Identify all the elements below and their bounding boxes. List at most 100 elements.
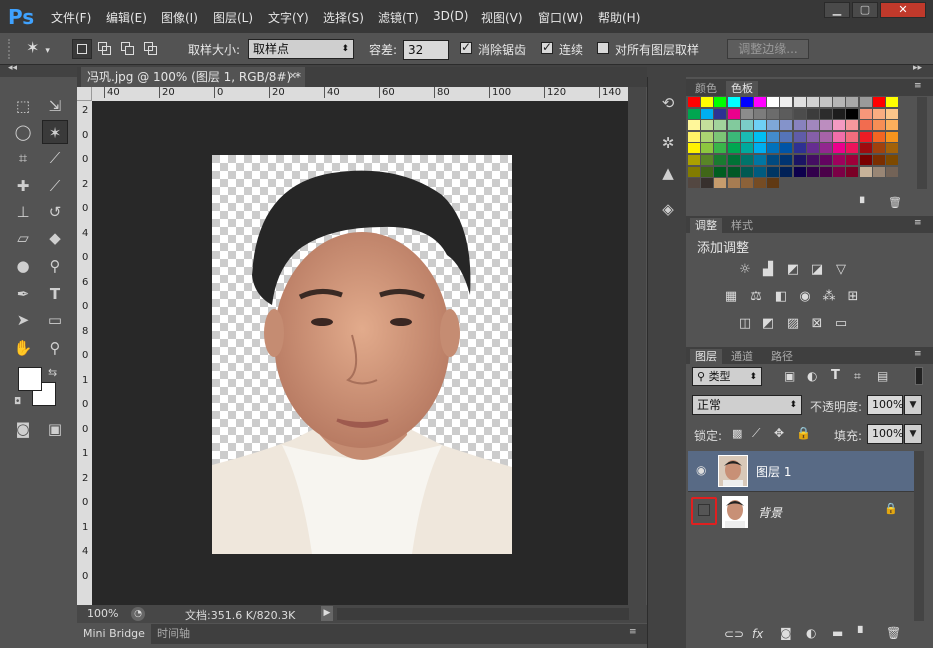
- layer1-name[interactable]: 图层 1: [756, 463, 791, 480]
- curves-icon[interactable]: ◩: [784, 263, 802, 277]
- swatch[interactable]: [820, 131, 832, 142]
- swatch[interactable]: [688, 97, 700, 107]
- opacity-input[interactable]: 100%: [867, 395, 903, 415]
- filter-pixel-icon[interactable]: ▣: [784, 369, 795, 383]
- lock-image-icon[interactable]: ⟋: [752, 426, 760, 441]
- expand-icon[interactable]: ▸▸: [913, 63, 922, 73]
- swatch[interactable]: [688, 108, 700, 119]
- swatch[interactable]: [727, 120, 740, 131]
- brush-presets-icon[interactable]: ✲: [656, 131, 680, 155]
- new-group-icon[interactable]: ▬: [832, 626, 843, 640]
- lasso-tool-icon[interactable]: ◯: [10, 120, 36, 144]
- tab-styles[interactable]: 样式: [726, 218, 758, 233]
- swatch[interactable]: [833, 108, 846, 119]
- panel-menu-icon[interactable]: ≡: [629, 627, 637, 637]
- sample-size-select[interactable]: 取样点 ⬍: [248, 39, 354, 59]
- default-colors-icon[interactable]: ◘: [14, 397, 21, 407]
- black-white-icon[interactable]: ◧: [772, 290, 790, 304]
- swatch[interactable]: [872, 155, 885, 165]
- magic-wand-preset-icon[interactable]: ✶ ▾: [26, 38, 62, 60]
- new-selection-icon[interactable]: [72, 39, 92, 59]
- swatch[interactable]: [701, 131, 714, 142]
- swatch[interactable]: [833, 120, 846, 131]
- swatch[interactable]: [767, 143, 780, 154]
- swatch[interactable]: [859, 143, 872, 154]
- menu-file[interactable]: 文件(F): [51, 9, 91, 26]
- menu-help[interactable]: 帮助(H): [598, 9, 640, 26]
- invert-icon[interactable]: ◫: [736, 317, 754, 331]
- swatch[interactable]: [701, 120, 714, 131]
- layers-scrollbar[interactable]: [914, 451, 924, 621]
- panel-menu-icon[interactable]: ≡: [914, 218, 922, 228]
- document-tab[interactable]: 冯巩.jpg @ 100% (图层 1, RGB/8#) * ✕: [81, 67, 305, 87]
- swatch[interactable]: [780, 120, 793, 131]
- panel-menu-icon[interactable]: ≡: [914, 349, 922, 359]
- filter-type-icon[interactable]: T: [831, 368, 840, 383]
- close-button[interactable]: ✕: [880, 2, 926, 18]
- swatch[interactable]: [740, 97, 753, 107]
- swatch[interactable]: [859, 131, 872, 142]
- delete-swatch-icon[interactable]: 🗑: [888, 196, 902, 209]
- swatch[interactable]: [740, 108, 753, 119]
- swatch[interactable]: [754, 166, 766, 177]
- swatch[interactable]: [806, 97, 819, 107]
- swatch[interactable]: [820, 97, 832, 107]
- move-tool-icon[interactable]: ⇲: [42, 94, 68, 118]
- visibility-toggle-empty[interactable]: [698, 504, 710, 516]
- swatch[interactable]: [806, 131, 819, 142]
- swatch[interactable]: [767, 108, 780, 119]
- threshold-icon[interactable]: ▨: [784, 317, 802, 331]
- swatch[interactable]: [727, 143, 740, 154]
- layer-row-background[interactable]: 背景 🔒: [688, 491, 914, 531]
- tolerance-input[interactable]: 32: [403, 40, 449, 60]
- layer-filter-select[interactable]: ⚲ 类型 ⬍: [692, 367, 762, 386]
- swatch[interactable]: [714, 120, 727, 131]
- swatch[interactable]: [714, 143, 727, 154]
- swatch[interactable]: [886, 108, 898, 119]
- swatch[interactable]: [846, 143, 859, 154]
- swatch[interactable]: [793, 143, 806, 154]
- swatch[interactable]: [820, 155, 832, 165]
- swatch[interactable]: [886, 155, 898, 165]
- swatch[interactable]: [886, 166, 898, 177]
- lock-position-icon[interactable]: ✥: [774, 426, 784, 440]
- swatch[interactable]: [740, 178, 753, 189]
- tab-adjustments[interactable]: 调整: [690, 218, 722, 233]
- restore-button[interactable]: ▢: [852, 2, 878, 18]
- layer-row-layer1[interactable]: ◉ 图层 1: [688, 451, 914, 491]
- swatch[interactable]: [754, 108, 766, 119]
- swatch[interactable]: [806, 120, 819, 131]
- tab-layers[interactable]: 图层: [690, 349, 722, 364]
- delete-layer-icon[interactable]: 🗑: [886, 626, 901, 640]
- swatch[interactable]: [846, 108, 859, 119]
- swatch[interactable]: [833, 166, 846, 177]
- visibility-eye-icon[interactable]: ◉: [696, 463, 706, 477]
- swatch[interactable]: [754, 131, 766, 142]
- background-layer-name[interactable]: 背景: [758, 504, 782, 521]
- vibrance-icon[interactable]: ▽: [832, 263, 850, 277]
- swatch[interactable]: [727, 166, 740, 177]
- eyedropper-tool-icon[interactable]: ⟋: [42, 146, 68, 170]
- all-layers-checkbox[interactable]: [597, 42, 609, 54]
- swatch[interactable]: [859, 155, 872, 165]
- 3d-panel-icon[interactable]: ◈: [656, 197, 680, 221]
- menu-3d[interactable]: 3D(D): [433, 9, 468, 23]
- swatch[interactable]: [833, 143, 846, 154]
- swatch[interactable]: [701, 143, 714, 154]
- menu-type[interactable]: 文字(Y): [268, 9, 309, 26]
- swatch[interactable]: [714, 166, 727, 177]
- swatch[interactable]: [767, 178, 780, 189]
- swatch[interactable]: [754, 120, 766, 131]
- swatch[interactable]: [701, 178, 714, 189]
- swatch[interactable]: [846, 120, 859, 131]
- tab-channels[interactable]: 通道: [726, 349, 758, 364]
- brightness-icon[interactable]: ☼: [736, 263, 754, 277]
- swatch[interactable]: [688, 120, 700, 131]
- swatch[interactable]: [872, 166, 885, 177]
- pen-tool-icon[interactable]: ✒: [10, 282, 36, 306]
- opacity-dropdown-icon[interactable]: ▼: [904, 395, 922, 415]
- swatch[interactable]: [780, 155, 793, 165]
- swatch[interactable]: [872, 97, 885, 107]
- swatch[interactable]: [740, 143, 753, 154]
- menu-window[interactable]: 窗口(W): [538, 9, 583, 26]
